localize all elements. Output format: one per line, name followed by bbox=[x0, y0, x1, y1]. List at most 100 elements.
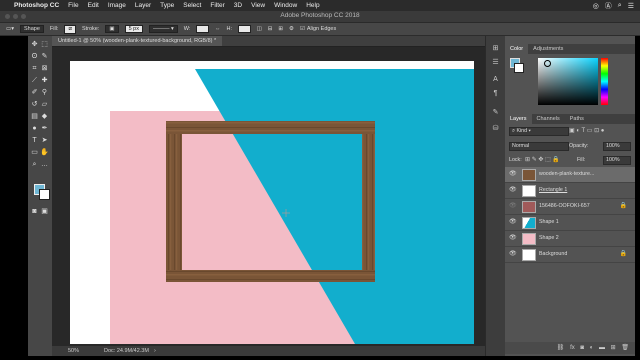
background-color-swatch[interactable] bbox=[39, 189, 50, 200]
layer-name[interactable]: Rectangle 1 bbox=[539, 187, 567, 193]
paragraph-panel-icon[interactable]: ¶ bbox=[491, 90, 500, 97]
crop-tool-icon[interactable]: ⌗ bbox=[30, 65, 39, 73]
move-tool-icon[interactable]: ✥ bbox=[30, 41, 39, 49]
menu-help[interactable]: Help bbox=[306, 2, 319, 9]
layer-name[interactable]: wooden-plank-texture... bbox=[539, 171, 594, 177]
color-panel-background-swatch[interactable] bbox=[514, 63, 524, 73]
layer-row[interactable]: 👁 Background 🔒 bbox=[505, 247, 635, 263]
menu-file[interactable]: File bbox=[68, 2, 78, 9]
fill-swatch[interactable]: ⧄ bbox=[64, 24, 76, 34]
menu-window[interactable]: Window bbox=[274, 2, 297, 9]
layer-row[interactable]: 👁 wooden-plank-texture... bbox=[505, 167, 635, 183]
type-tool-icon[interactable]: T bbox=[30, 137, 39, 145]
link-icon[interactable]: ⇔ bbox=[215, 26, 221, 32]
frame-tool-icon[interactable]: ⊠ bbox=[40, 65, 49, 73]
fill-field[interactable]: 100% bbox=[603, 156, 631, 165]
adjustment-layer-icon[interactable]: ◐ bbox=[590, 345, 594, 351]
layer-row[interactable]: 👁 Rectangle 1 bbox=[505, 183, 635, 199]
document-canvas[interactable] bbox=[70, 61, 474, 344]
hue-slider[interactable] bbox=[601, 58, 608, 105]
eye-icon[interactable]: 👁 bbox=[509, 250, 517, 257]
stroke-type-select[interactable]: ——— ▾ bbox=[148, 25, 178, 33]
eye-icon[interactable]: 👁 bbox=[509, 170, 517, 177]
link-layers-icon[interactable]: ⛓ bbox=[557, 345, 565, 351]
menu-layer[interactable]: Layer bbox=[135, 2, 151, 9]
hand-tool-icon[interactable]: ✋ bbox=[40, 149, 49, 157]
tab-paths[interactable]: Paths bbox=[565, 116, 589, 122]
pen-tool-icon[interactable]: ✒ bbox=[40, 125, 49, 133]
screen-mode-icon[interactable]: ▣ bbox=[40, 208, 49, 216]
blur-tool-icon[interactable]: ◆ bbox=[40, 113, 49, 121]
width-field[interactable] bbox=[196, 25, 209, 33]
tab-adjustments[interactable]: Adjustments bbox=[528, 46, 568, 52]
blend-mode-select[interactable]: Normal bbox=[509, 142, 569, 151]
lock-icons[interactable]: ⊞ ✎ ✥ ⬚ 🔒 bbox=[525, 156, 560, 163]
gradient-tool-icon[interactable]: ▤ bbox=[30, 113, 39, 121]
menu-app-name[interactable]: Photoshop CC bbox=[14, 2, 59, 9]
eyedropper-tool-icon[interactable]: ⟋ bbox=[30, 77, 39, 85]
properties-panel-icon[interactable]: ☰ bbox=[491, 58, 500, 66]
gear-icon[interactable]: ⚙ bbox=[289, 26, 294, 32]
tab-channels[interactable]: Channels bbox=[532, 116, 565, 122]
layer-name[interactable]: Shape 2 bbox=[539, 235, 559, 241]
mode-select[interactable]: Shape bbox=[19, 25, 44, 33]
add-mask-icon[interactable]: ◙ bbox=[580, 345, 584, 351]
tool-preset-icon[interactable]: ▭▾ bbox=[6, 26, 14, 32]
layer-row[interactable]: 👁 Shape 1 bbox=[505, 215, 635, 231]
document-tab[interactable]: Untitled-1 @ 50% (wooden-plank-textured-… bbox=[52, 36, 223, 46]
layer-name[interactable]: Shape 1 bbox=[539, 219, 559, 225]
libraries-panel-icon[interactable]: ⛁ bbox=[491, 124, 500, 132]
eye-icon[interactable]: 👁 bbox=[509, 186, 517, 193]
color-picker-marker[interactable] bbox=[544, 60, 551, 67]
menu-type[interactable]: Type bbox=[160, 2, 174, 9]
status-arrow-icon[interactable]: › bbox=[154, 346, 156, 356]
user-icon[interactable]: Ⓐ bbox=[605, 1, 612, 11]
new-layer-icon[interactable]: ⊞ bbox=[611, 345, 616, 351]
layer-row[interactable]: 👁 156486-OOFOKI-657 🔒 bbox=[505, 199, 635, 215]
menu-edit[interactable]: Edit bbox=[88, 2, 99, 9]
list-icon[interactable]: ☰ bbox=[628, 2, 634, 10]
tab-layers[interactable]: Layers bbox=[505, 114, 532, 124]
menu-3d[interactable]: 3D bbox=[234, 2, 242, 9]
quick-select-tool-icon[interactable]: ✎ bbox=[40, 53, 49, 61]
stroke-swatch[interactable]: ▣ bbox=[105, 25, 119, 33]
zoom-level[interactable]: 50% bbox=[68, 346, 79, 356]
align-edges-checkbox[interactable]: ☑ bbox=[300, 26, 305, 32]
color-picker-field[interactable] bbox=[538, 58, 598, 105]
eye-icon[interactable]: 👁 bbox=[509, 202, 517, 209]
clone-stamp-tool-icon[interactable]: ⚲ bbox=[40, 89, 49, 97]
healing-brush-tool-icon[interactable]: ✚ bbox=[40, 77, 49, 85]
rectangle-tool-icon[interactable]: ▭ bbox=[30, 149, 39, 157]
lasso-tool-icon[interactable]: ʘ bbox=[30, 53, 39, 61]
menu-select[interactable]: Select bbox=[183, 2, 201, 9]
path-selection-tool-icon[interactable]: ➤ bbox=[40, 137, 49, 145]
eye-icon[interactable]: 👁 bbox=[509, 218, 517, 225]
zoom-tool-icon[interactable]: ⌕ bbox=[30, 161, 39, 169]
eraser-tool-icon[interactable]: ▱ bbox=[40, 101, 49, 109]
fx-icon[interactable]: fx bbox=[570, 345, 575, 351]
search-icon[interactable]: ⌕ bbox=[618, 2, 622, 10]
brush-tool-icon[interactable]: ✐ bbox=[30, 89, 39, 97]
opacity-field[interactable]: 100% bbox=[603, 142, 631, 151]
trash-icon[interactable]: 🗑 bbox=[621, 345, 629, 351]
quick-mask-icon[interactable]: ◙ bbox=[30, 208, 39, 216]
path-alignment-icon[interactable]: ⊟ bbox=[268, 26, 273, 32]
height-field[interactable] bbox=[238, 25, 251, 33]
path-operations-icon[interactable]: ◫ bbox=[257, 26, 262, 32]
brush-panel-icon[interactable]: ✎ bbox=[491, 108, 500, 116]
circle-icon[interactable]: ◎ bbox=[593, 2, 599, 10]
history-panel-icon[interactable]: ⊞ bbox=[491, 44, 500, 52]
layer-filter-kind[interactable]: ⌕ Kind ▾ bbox=[509, 127, 569, 136]
layer-name[interactable]: 156486-OOFOKI-657 bbox=[539, 203, 590, 209]
tab-color[interactable]: Color bbox=[505, 44, 529, 54]
new-group-icon[interactable]: ▬ bbox=[599, 345, 605, 351]
artboard-tool-icon[interactable]: ⬚ bbox=[40, 41, 49, 49]
eye-icon[interactable]: 👁 bbox=[509, 234, 517, 241]
character-panel-icon[interactable]: A bbox=[491, 76, 500, 83]
menu-filter[interactable]: Filter bbox=[210, 2, 224, 9]
filter-icons[interactable]: ▣ ◐ T ▭ ⊡ ● bbox=[569, 127, 604, 134]
dodge-tool-icon[interactable]: ● bbox=[30, 125, 39, 133]
layer-row[interactable]: 👁 Shape 2 bbox=[505, 231, 635, 247]
menu-view[interactable]: View bbox=[251, 2, 265, 9]
history-brush-tool-icon[interactable]: ↺ bbox=[30, 101, 39, 109]
